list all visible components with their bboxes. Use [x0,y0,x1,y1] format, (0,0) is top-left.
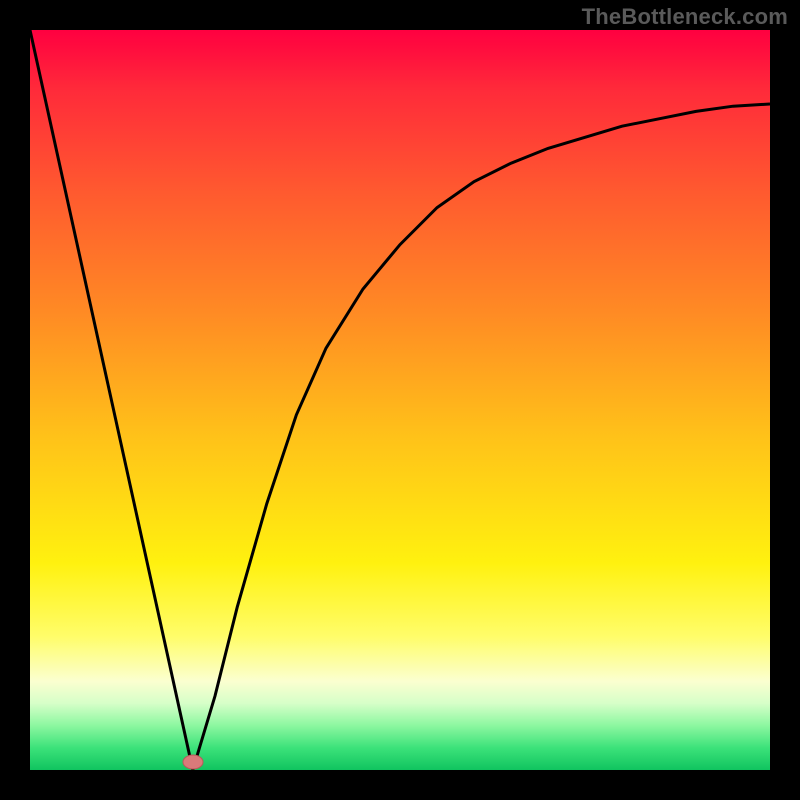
chart-container: TheBottleneck.com [0,0,800,800]
bottleneck-curve [30,30,770,770]
plot-area [30,30,770,770]
optimal-point-marker [181,752,205,772]
watermark-text: TheBottleneck.com [582,4,788,30]
curve-right [193,104,770,770]
curve-left [30,30,193,770]
